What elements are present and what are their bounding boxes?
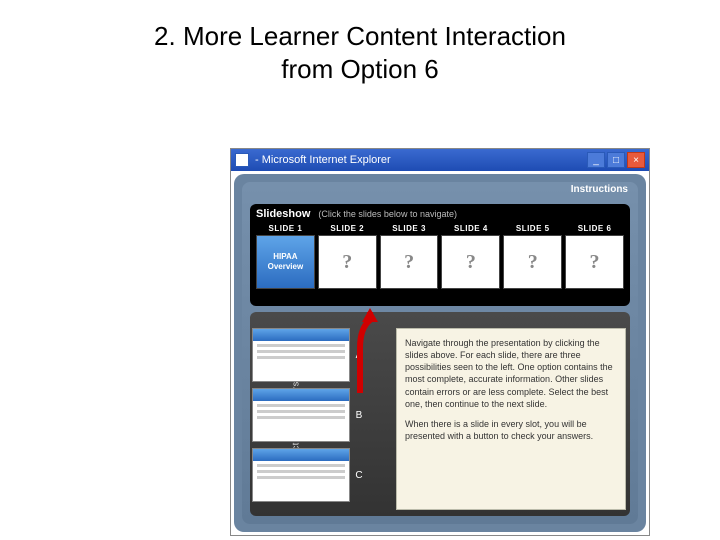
window-title: - Microsoft Internet Explorer: [255, 154, 587, 166]
window-titlebar: - Microsoft Internet Explorer _ □ ×: [231, 149, 649, 171]
instruction-p1: Navigate through the presentation by cli…: [405, 337, 617, 410]
slide-label-6: SLIDE 6: [565, 224, 624, 233]
question-icon: ?: [528, 251, 538, 274]
slide-label-2: SLIDE 2: [318, 224, 377, 233]
page-title-line2: from Option 6: [0, 54, 720, 85]
question-icon: ?: [342, 251, 352, 274]
slide-label-3: SLIDE 3: [380, 224, 439, 233]
maximize-button[interactable]: □: [607, 152, 625, 168]
option-thumb-c[interactable]: [252, 448, 350, 502]
instructions-link[interactable]: Instructions: [571, 184, 628, 195]
option-thumb-a[interactable]: [252, 328, 350, 382]
slide-thumb-2[interactable]: ?: [318, 235, 377, 289]
browser-window: - Microsoft Internet Explorer _ □ × Inst…: [230, 148, 650, 536]
minimize-button[interactable]: _: [587, 152, 605, 168]
slideshow-panel: Slideshow (Click the slides below to nav…: [250, 204, 630, 306]
options-column: Select the best version A B: [252, 328, 364, 510]
slide-thumb-1[interactable]: HIPAA Overview: [256, 235, 315, 289]
slideshow-title: Slideshow: [256, 208, 310, 220]
question-icon: ?: [404, 251, 414, 274]
annotation-arrow: [350, 308, 390, 398]
app-frame: Instructions Slideshow (Click the slides…: [234, 174, 646, 532]
slide-thumb-6[interactable]: ?: [565, 235, 624, 289]
slide-label-5: SLIDE 5: [503, 224, 562, 233]
app-inner: Instructions Slideshow (Click the slides…: [242, 182, 638, 524]
instruction-box: Navigate through the presentation by cli…: [396, 328, 626, 510]
close-button[interactable]: ×: [627, 152, 645, 168]
page-title-line1: 2. More Learner Content Interaction: [0, 0, 720, 54]
ie-icon: [235, 153, 249, 167]
question-icon: ?: [466, 251, 476, 274]
option-thumb-b[interactable]: [252, 388, 350, 442]
slide-thumb-3[interactable]: ?: [380, 235, 439, 289]
question-icon: ?: [590, 251, 600, 274]
slide-thumb-4[interactable]: ?: [441, 235, 500, 289]
slide-label-4: SLIDE 4: [441, 224, 500, 233]
slideshow-hint: (Click the slides below to navigate): [318, 209, 457, 219]
option-label-b: B: [354, 410, 364, 421]
instruction-p2: When there is a slide in every slot, you…: [405, 418, 617, 442]
slide-thumb-5[interactable]: ?: [503, 235, 562, 289]
option-label-c: C: [354, 470, 364, 481]
slide-label-1: SLIDE 1: [256, 224, 315, 233]
